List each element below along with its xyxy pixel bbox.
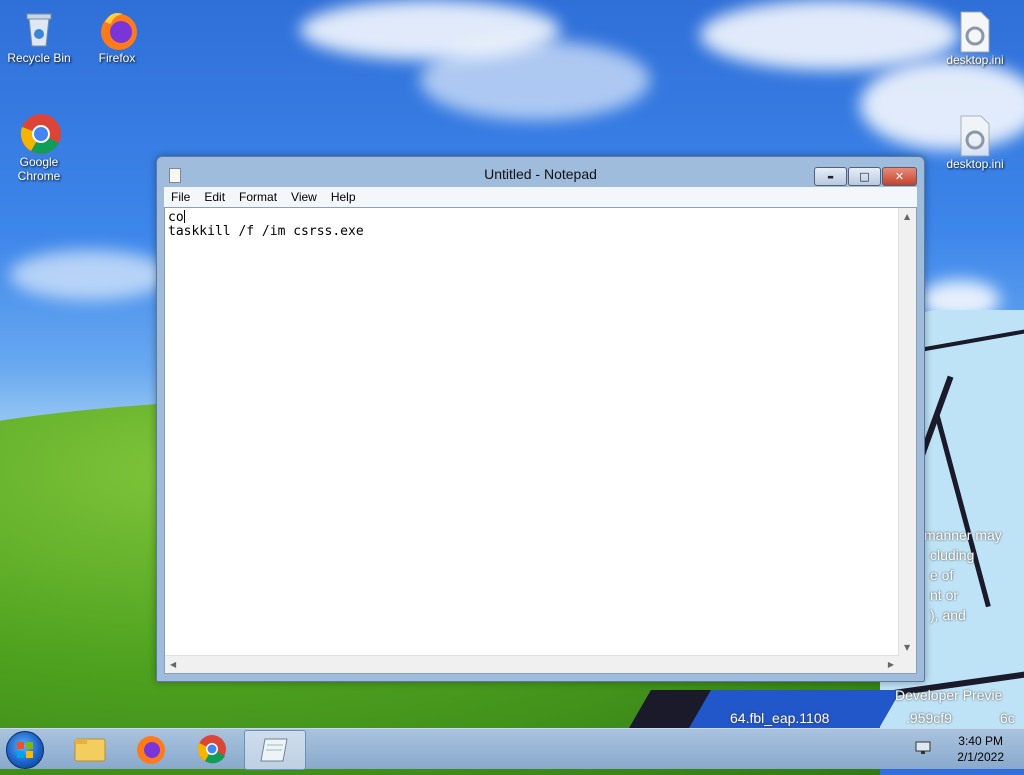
- notepad-window[interactable]: Untitled - Notepad ▬ □ ✕ File Edit Forma…: [156, 156, 925, 682]
- firefox-icon: [137, 736, 165, 764]
- desktop-icon-firefox[interactable]: Firefox: [82, 8, 152, 65]
- settings-file-icon: [955, 10, 995, 53]
- horizontal-scrollbar[interactable]: ◀ ▶: [165, 655, 899, 673]
- menu-view[interactable]: View: [284, 190, 324, 204]
- wallpaper-text: 6c: [1000, 710, 1015, 726]
- wallpaper-text: Developer Previe: [895, 687, 1003, 703]
- notepad-icon: [260, 738, 288, 762]
- wallpaper-text: .959cf9: [906, 710, 952, 726]
- chrome-icon: [19, 112, 61, 154]
- close-icon: ✕: [894, 170, 905, 183]
- minimize-button[interactable]: ▬: [814, 167, 847, 186]
- start-button[interactable]: [6, 731, 44, 769]
- text-editor[interactable]: co taskkill /f /im csrss.exe ▲ ▼ ◀ ▶: [164, 207, 917, 674]
- text-content[interactable]: co taskkill /f /im csrss.exe: [168, 210, 898, 655]
- scroll-left-icon[interactable]: ◀: [170, 660, 176, 669]
- vertical-scrollbar[interactable]: ▲ ▼: [898, 208, 916, 656]
- taskbar: 3:40 PM 2/1/2022: [0, 728, 1024, 770]
- desktop-icon-label: Firefox: [98, 51, 136, 65]
- network-icon[interactable]: [914, 740, 932, 756]
- menu-help[interactable]: Help: [324, 190, 363, 204]
- scroll-down-icon[interactable]: ▼: [904, 643, 910, 652]
- chrome-icon: [197, 735, 226, 764]
- desktop-icon-recycle-bin[interactable]: Recycle Bin: [4, 8, 74, 65]
- desktop-icon-label: Recycle Bin: [7, 51, 71, 65]
- settings-file-icon: [955, 114, 995, 157]
- desktop-icon-chrome[interactable]: Google Chrome: [4, 112, 74, 183]
- clock-time: 3:40 PM: [958, 734, 1003, 748]
- wallpaper-text: 64.fbl_eap.1108: [730, 710, 830, 726]
- desktop-icon-label: desktop.ini: [946, 53, 1004, 67]
- taskbar-chrome[interactable]: [182, 730, 242, 768]
- close-button[interactable]: ✕: [882, 167, 917, 186]
- taskbar-firefox[interactable]: [121, 730, 181, 768]
- menu-bar: File Edit Format View Help: [164, 187, 917, 207]
- maximize-button[interactable]: □: [848, 167, 881, 186]
- resize-grip[interactable]: [899, 656, 916, 673]
- menu-format[interactable]: Format: [232, 190, 284, 204]
- windows-logo-icon: [17, 742, 33, 758]
- window-title: Untitled - Notepad: [484, 166, 597, 182]
- wallpaper-text: ), and: [930, 607, 966, 623]
- taskbar-notepad[interactable]: [244, 730, 306, 770]
- desktop-icon-label: desktop.ini: [946, 157, 1004, 171]
- wallpaper-text: nt or: [930, 587, 959, 603]
- text-caret: [183, 210, 185, 223]
- menu-file[interactable]: File: [164, 190, 197, 204]
- title-bar[interactable]: Untitled - Notepad ▬ □ ✕: [157, 157, 924, 187]
- scroll-up-icon[interactable]: ▲: [904, 212, 910, 221]
- clock-date: 2/1/2022: [957, 750, 1004, 764]
- taskbar-file-explorer[interactable]: [60, 730, 120, 768]
- wallpaper-text: manner may: [924, 527, 1002, 543]
- recycle-bin-icon: [19, 8, 59, 48]
- desktop-icon-label: Google Chrome: [17, 155, 61, 183]
- scroll-right-icon[interactable]: ▶: [888, 660, 894, 669]
- firefox-icon: [97, 8, 137, 50]
- desktop-icon-desktop-ini[interactable]: desktop.ini: [940, 10, 1010, 67]
- file-explorer-icon: [74, 738, 106, 762]
- menu-edit[interactable]: Edit: [197, 190, 232, 204]
- clock[interactable]: 3:40 PM 2/1/2022: [957, 733, 1004, 765]
- text-line-2: taskkill /f /im csrss.exe: [168, 224, 364, 239]
- maximize-icon: □: [859, 170, 870, 183]
- text-line-1: co: [168, 210, 184, 225]
- wallpaper-text: cluding: [930, 547, 975, 563]
- minimize-icon: ▬: [827, 172, 834, 181]
- wallpaper-text: e of: [930, 567, 954, 583]
- desktop-icon-desktop-ini[interactable]: desktop.ini: [940, 114, 1010, 171]
